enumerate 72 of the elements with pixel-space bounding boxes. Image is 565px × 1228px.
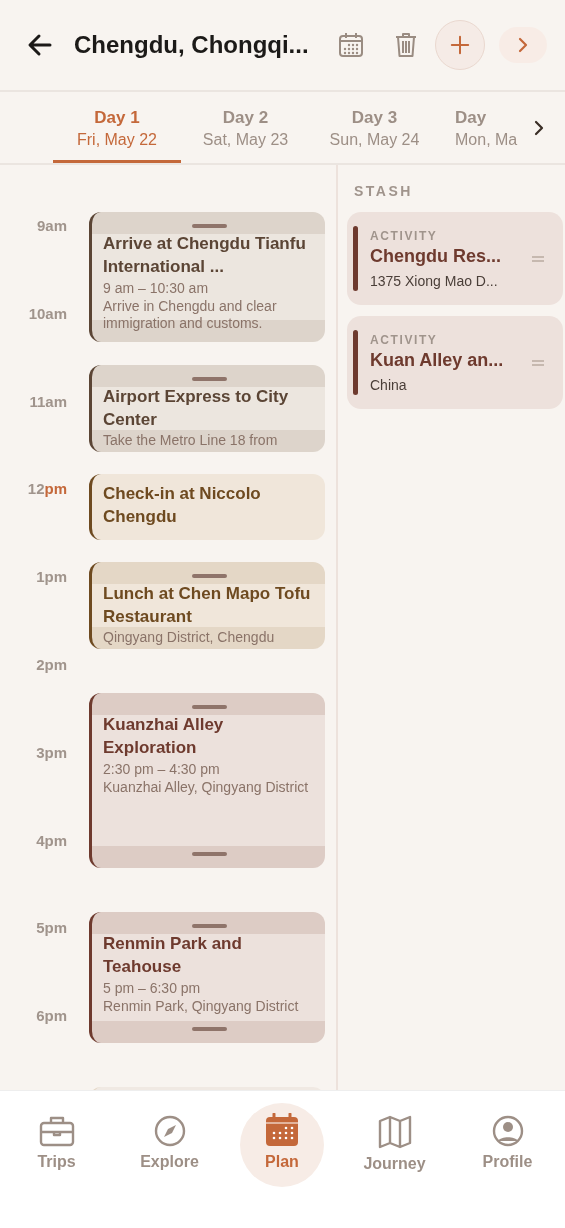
event-card[interactable]: Airport Express to City Center Take the Metro Line 18 from — [89, 365, 325, 452]
chevron-right-icon — [517, 36, 529, 54]
stash-heading: STASH — [354, 183, 413, 199]
event-time: 9 am – 10:30 am — [103, 280, 210, 297]
next-button[interactable] — [499, 27, 547, 63]
day-tab[interactable]: Day Mon, Ma — [439, 92, 525, 163]
drag-handle[interactable] — [192, 224, 227, 228]
event-card[interactable]: Arrive at Chengdu Tianfu International ... 9 am – 10:30 am Arrive in Chengdu and clear immigration and customs. — [89, 212, 325, 342]
plus-icon — [450, 34, 470, 56]
hour-label: 4pm — [35, 830, 67, 851]
event-title: Arrive at Chengdu Tianfu International ... — [103, 233, 307, 278]
hour-label: 11am — [28, 391, 67, 412]
event-card[interactable]: Renmin Park and Teahouse 5 pm – 6:30 pm Renmin Park, Qingyang District — [89, 912, 325, 1043]
day-tab[interactable]: Day 1 Fri, May 22 — [53, 92, 181, 163]
event-card[interactable]: Check-in at Niccolo Chengdu — [89, 474, 325, 540]
event-time: 5 pm – 6:30 pm — [103, 980, 202, 997]
event-details: Qingyang District, Chengdu — [103, 629, 276, 646]
stash-type: ACTIVITY — [370, 228, 439, 243]
nav-tab[interactable]: Journey — [338, 1105, 451, 1173]
drag-handle[interactable] — [192, 705, 227, 709]
event-time: 2:30 pm – 4:30 pm — [103, 761, 221, 778]
hour-label: 12pm — [26, 479, 67, 500]
stash-title: Kuan Alley an... — [370, 349, 505, 371]
hour-label: 2pm — [35, 655, 67, 675]
trip-title: Chengdu, Chongqi... — [74, 31, 310, 59]
add-button[interactable] — [435, 20, 485, 70]
drag-handle[interactable] — [192, 377, 227, 381]
map-icon — [377, 1115, 412, 1149]
profile-icon — [491, 1115, 524, 1147]
day-tab[interactable]: Day 2 Sat, May 23 — [181, 92, 310, 163]
nav-tab[interactable]: Plan — [240, 1103, 324, 1187]
hour-label: 3pm — [35, 742, 67, 763]
day-tab[interactable]: Day 3 Sun, May 24 — [310, 92, 439, 163]
event-card[interactable]: Kuanzhai Alley Exploration 2:30 pm – 4:30 pm Kuanzhai Alley, Qingyang District — [89, 693, 325, 868]
stash-type: ACTIVITY — [370, 332, 439, 347]
nav-tab[interactable]: Trips — [0, 1105, 113, 1171]
drag-handle[interactable] — [192, 852, 227, 856]
drag-handle[interactable] — [192, 1027, 227, 1031]
chevron-right-icon[interactable] — [533, 118, 545, 137]
event-details: Renmin Park, Qingyang District — [103, 998, 300, 1015]
event-details: Arrive in Chengdu and clear immigration and customs. — [103, 298, 278, 332]
stash-title: Chengdu Res... — [370, 245, 502, 267]
accent-bar — [353, 330, 358, 395]
accent-bar — [353, 226, 358, 291]
event-title: Check-in at Niccolo Chengdu — [103, 483, 262, 528]
stash-subtitle: China — [370, 376, 408, 393]
nav-tab[interactable]: Explore — [113, 1105, 226, 1171]
drag-handle-icon[interactable] — [531, 254, 545, 263]
event-title: Kuanzhai Alley Exploration — [103, 714, 225, 759]
hour-label: 1pm — [35, 567, 67, 588]
drag-handle-icon[interactable] — [531, 358, 545, 367]
stash-card[interactable]: ACTIVITY Kuan Alley an... China — [347, 316, 563, 409]
hour-label: 6pm — [35, 1006, 67, 1027]
briefcase-icon — [38, 1115, 75, 1147]
drag-handle[interactable] — [192, 574, 227, 578]
event-title: Airport Express to City Center — [103, 386, 290, 431]
stash-card[interactable]: ACTIVITY Chengdu Res... 1375 Xiong Mao D... — [347, 212, 563, 305]
event-details: Take the Metro Line 18 from — [103, 432, 279, 449]
nav-tab[interactable]: Profile — [451, 1105, 564, 1171]
hour-label: 10am — [27, 303, 67, 324]
compass-icon — [153, 1115, 186, 1147]
event-details: Kuanzhai Alley, Qingyang District — [103, 779, 310, 796]
trash-icon[interactable] — [393, 31, 419, 59]
calendar-icon[interactable] — [337, 31, 365, 59]
hour-label: 9am — [35, 216, 67, 236]
stash-subtitle: 1375 Xiong Mao D... — [370, 272, 499, 289]
event-title: Lunch at Chen Mapo Tofu Restaurant — [103, 583, 312, 628]
hour-label: 5pm — [35, 918, 67, 939]
event-title: Renmin Park and Teahouse — [103, 933, 243, 978]
drag-handle[interactable] — [192, 924, 227, 928]
calendar-icon — [265, 1113, 299, 1147]
event-card[interactable]: Lunch at Chen Mapo Tofu Restaurant Qingyang District, Chengdu — [89, 562, 325, 649]
